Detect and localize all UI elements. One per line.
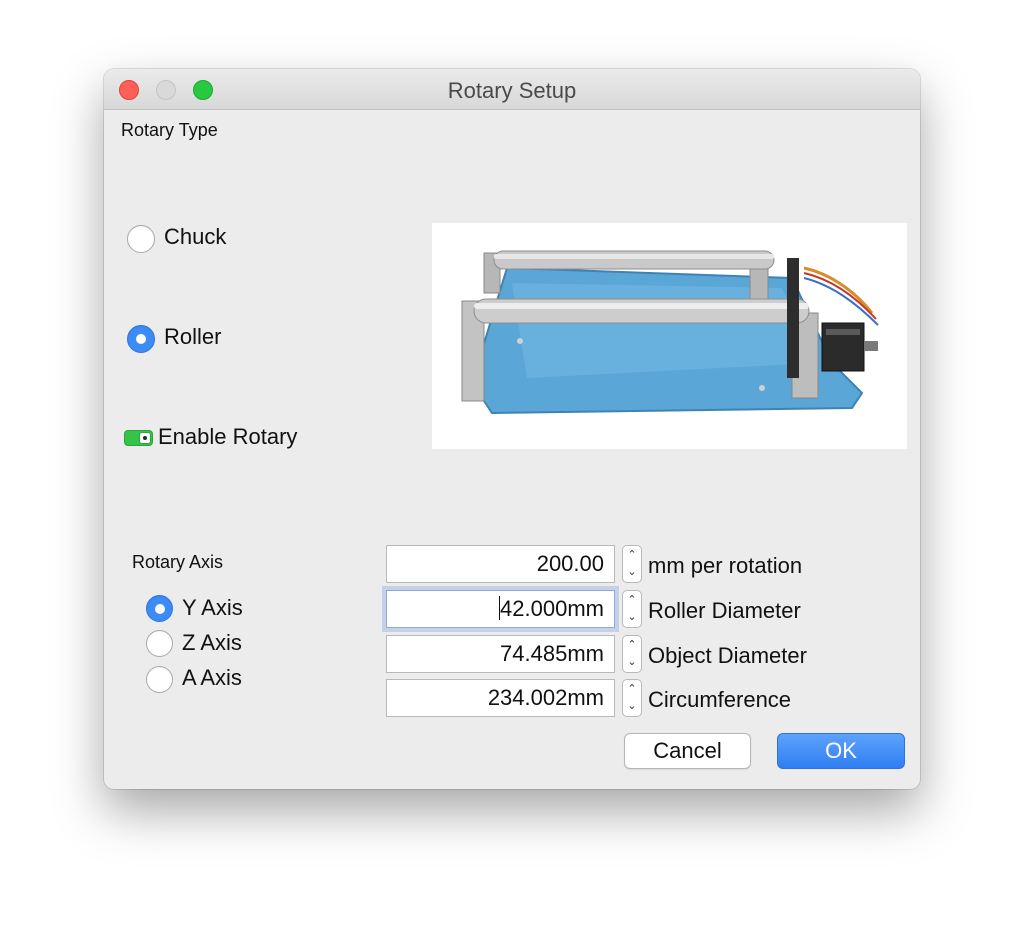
- roller-diameter-input[interactable]: 42.000mm: [386, 590, 615, 628]
- enable-rotary-label[interactable]: Enable Rotary: [158, 424, 297, 450]
- chevron-up-icon[interactable]: ⌃: [623, 592, 641, 609]
- enable-rotary-toggle[interactable]: [124, 430, 153, 446]
- chuck-radio[interactable]: [127, 225, 155, 253]
- roller-radio-label[interactable]: Roller: [164, 324, 221, 350]
- rotary-axis-label: Rotary Axis: [132, 552, 224, 572]
- roller-diameter-label: Roller Diameter: [648, 598, 801, 623]
- object-diameter-stepper[interactable]: ⌃ ⌄: [622, 635, 642, 673]
- rotary-roller-image: [432, 223, 907, 449]
- a-axis-radio[interactable]: [146, 666, 173, 693]
- chevron-down-icon[interactable]: ⌄: [623, 654, 641, 671]
- chevron-down-icon[interactable]: ⌄: [623, 609, 641, 626]
- chevron-up-icon[interactable]: ⌃: [623, 547, 641, 564]
- ok-button[interactable]: OK: [777, 733, 905, 769]
- title-bar[interactable]: Rotary Setup: [104, 69, 920, 110]
- roller-illustration: [461, 250, 879, 415]
- mm-per-rotation-stepper[interactable]: ⌃ ⌄: [622, 545, 642, 583]
- a-axis-radio-label[interactable]: A Axis: [182, 665, 242, 691]
- rotary-type-label: Rotary Type: [121, 120, 218, 140]
- mm-per-rotation-input[interactable]: 200.00: [386, 545, 615, 583]
- chevron-up-icon[interactable]: ⌃: [623, 681, 641, 698]
- chuck-radio-label[interactable]: Chuck: [164, 224, 226, 250]
- object-diameter-label: Object Diameter: [648, 643, 807, 668]
- chevron-down-icon[interactable]: ⌄: [623, 698, 641, 715]
- roller-diameter-stepper[interactable]: ⌃ ⌄: [622, 590, 642, 628]
- y-axis-radio-label[interactable]: Y Axis: [182, 595, 243, 621]
- roller-radio[interactable]: [127, 325, 155, 353]
- object-diameter-input[interactable]: 74.485mm: [386, 635, 615, 673]
- y-axis-radio[interactable]: [146, 595, 173, 622]
- cancel-button[interactable]: Cancel: [624, 733, 751, 769]
- circumference-stepper[interactable]: ⌃ ⌄: [622, 679, 642, 717]
- circumference-label: Circumference: [648, 687, 792, 712]
- chevron-up-icon[interactable]: ⌃: [623, 637, 641, 654]
- z-axis-radio-label[interactable]: Z Axis: [182, 630, 242, 656]
- mm-per-rotation-label: mm per rotation: [648, 553, 803, 578]
- circumference-input[interactable]: 234.002mm: [386, 679, 615, 717]
- chevron-down-icon[interactable]: ⌄: [623, 564, 641, 581]
- z-axis-radio[interactable]: [146, 630, 173, 657]
- window-title: Rotary Setup: [447, 78, 577, 103]
- roller-diameter-value: 42.000mm: [500, 596, 604, 621]
- rotary-setup-window: Rotary Setup Rotary Type Chuck Roller En…: [104, 69, 920, 789]
